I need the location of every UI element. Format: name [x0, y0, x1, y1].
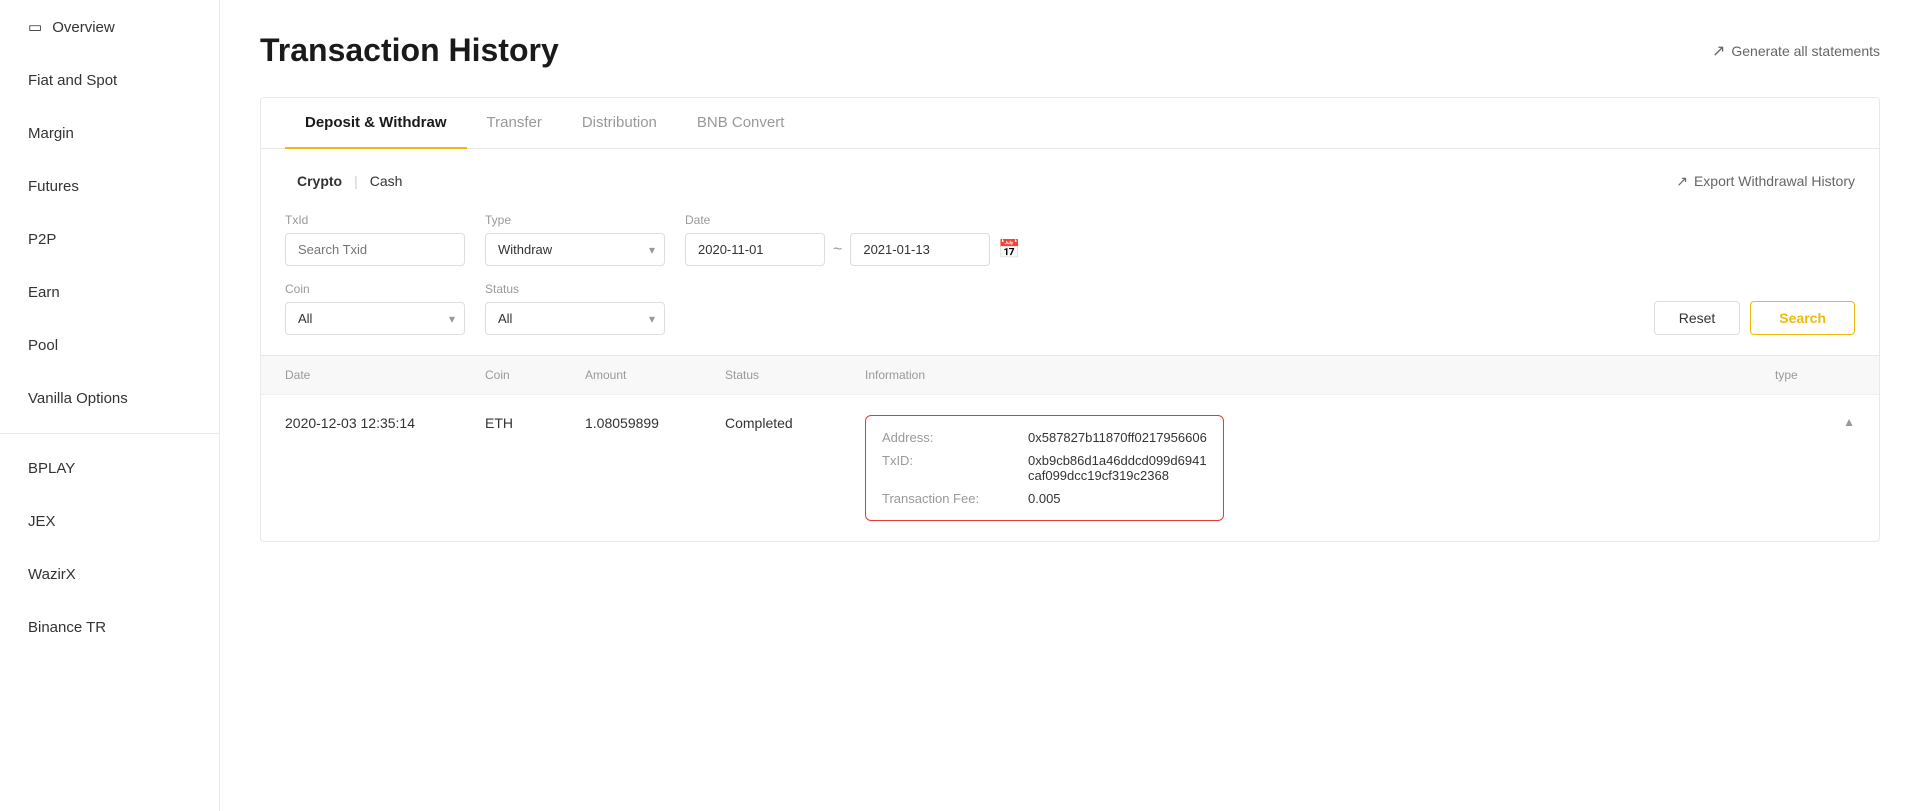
- export-label: Export Withdrawal History: [1694, 173, 1855, 189]
- sidebar-item-fiat-and-spot[interactable]: Fiat and Spot: [0, 54, 219, 107]
- date-to-input[interactable]: [850, 233, 990, 266]
- sidebar-item-label: WazirX: [28, 566, 76, 583]
- txid-info-value: 0xb9cb86d1a46ddcd099d6941 caf099dcc19cf3…: [1028, 453, 1207, 483]
- sidebar-divider: [0, 433, 219, 434]
- info-box: Address: 0x587827b11870ff0217956606 TxID…: [865, 415, 1224, 521]
- coin-select-wrapper: All: [285, 302, 465, 335]
- sidebar-item-pool[interactable]: Pool: [0, 319, 219, 372]
- date-label: Date: [685, 213, 1021, 227]
- type-filter-group: Type Withdraw Deposit All: [485, 213, 665, 266]
- sidebar-item-earn[interactable]: Earn: [0, 266, 219, 319]
- cell-coin: ETH: [485, 415, 585, 431]
- sidebar-item-label: Pool: [28, 337, 58, 354]
- external-link-icon: ↗: [1712, 41, 1725, 61]
- coin-select[interactable]: All: [285, 302, 465, 335]
- address-row: Address: 0x587827b11870ff0217956606: [882, 430, 1207, 445]
- tab-deposit-withdraw[interactable]: Deposit & Withdraw: [285, 98, 467, 149]
- col-header-coin: Coin: [485, 368, 585, 382]
- txid-label: TxId: [285, 213, 465, 227]
- date-range: ~ 📅: [685, 233, 1021, 266]
- sidebar-item-label: JEX: [28, 513, 56, 530]
- expand-button[interactable]: ▲: [1775, 415, 1855, 429]
- address-value: 0x587827b11870ff0217956606: [1028, 430, 1207, 445]
- sidebar-item-label: Binance TR: [28, 619, 106, 636]
- sidebar-item-p2p[interactable]: P2P: [0, 213, 219, 266]
- status-select-wrapper: All: [485, 302, 665, 335]
- sidebar-item-bplay[interactable]: BPLAY: [0, 442, 219, 495]
- cash-button[interactable]: Cash: [358, 169, 415, 193]
- filter-section: Crypto | Cash ↗ Export Withdrawal Histor…: [261, 149, 1879, 355]
- page-header: Transaction History ↗ Generate all state…: [260, 32, 1880, 69]
- address-label: Address:: [882, 430, 1012, 445]
- crypto-button[interactable]: Crypto: [285, 169, 354, 193]
- type-select-wrapper: Withdraw Deposit All: [485, 233, 665, 266]
- sidebar: ▭ Overview Fiat and Spot Margin Futures …: [0, 0, 220, 811]
- sidebar-item-jex[interactable]: JEX: [0, 495, 219, 548]
- table-row: 2020-12-03 12:35:14 ETH 1.08059899 Compl…: [261, 394, 1879, 541]
- crypto-cash-buttons: Crypto | Cash: [285, 169, 414, 193]
- filters-row-1: TxId Type Withdraw Deposit All Date: [285, 213, 1855, 266]
- main-tabs: Deposit & Withdraw Transfer Distribution…: [261, 98, 1879, 149]
- export-withdrawal-history-button[interactable]: ↗ Export Withdrawal History: [1676, 173, 1855, 190]
- page-title: Transaction History: [260, 32, 559, 69]
- calendar-icon[interactable]: 📅: [998, 239, 1020, 260]
- sidebar-item-binance-tr[interactable]: Binance TR: [0, 601, 219, 654]
- generate-statements-label: Generate all statements: [1731, 43, 1880, 59]
- sidebar-item-wazirx[interactable]: WazirX: [0, 548, 219, 601]
- sidebar-item-label: BPLAY: [28, 460, 75, 477]
- tab-distribution[interactable]: Distribution: [562, 98, 677, 149]
- txid-input[interactable]: [285, 233, 465, 266]
- reset-button[interactable]: Reset: [1654, 301, 1741, 335]
- tabs-container: Deposit & Withdraw Transfer Distribution…: [260, 97, 1880, 542]
- cell-date: 2020-12-03 12:35:14: [285, 415, 485, 431]
- col-header-date: Date: [285, 368, 485, 382]
- txid-row: TxID: 0xb9cb86d1a46ddcd099d6941 caf099dc…: [882, 453, 1207, 483]
- sidebar-item-label: Overview: [52, 19, 115, 36]
- sidebar-item-vanilla-options[interactable]: Vanilla Options: [0, 372, 219, 425]
- sidebar-item-margin[interactable]: Margin: [0, 107, 219, 160]
- status-select[interactable]: All: [485, 302, 665, 335]
- filter-actions: Reset Search: [1654, 301, 1855, 335]
- sidebar-item-label: Vanilla Options: [28, 390, 128, 407]
- crypto-cash-row: Crypto | Cash ↗ Export Withdrawal Histor…: [285, 169, 1855, 193]
- col-header-information: Information: [865, 368, 1775, 382]
- table-container: Date Coin Amount Status Information type…: [261, 355, 1879, 541]
- tab-bnb-convert[interactable]: BNB Convert: [677, 98, 805, 149]
- txid-filter-group: TxId: [285, 213, 465, 266]
- main-content: Transaction History ↗ Generate all state…: [220, 0, 1920, 811]
- export-icon: ↗: [1676, 173, 1688, 190]
- filters-row-2: Coin All Status All: [285, 282, 1855, 335]
- col-header-type: type: [1775, 368, 1855, 382]
- sidebar-item-label: Earn: [28, 284, 60, 301]
- status-label: Status: [485, 282, 665, 296]
- coin-filter-group: Coin All: [285, 282, 465, 335]
- overview-icon: ▭: [28, 18, 42, 36]
- sidebar-item-label: Fiat and Spot: [28, 72, 117, 89]
- table-header: Date Coin Amount Status Information type: [261, 355, 1879, 394]
- tab-transfer[interactable]: Transfer: [467, 98, 562, 149]
- search-button[interactable]: Search: [1750, 301, 1855, 335]
- fee-row: Transaction Fee: 0.005: [882, 491, 1207, 506]
- generate-statements-button[interactable]: ↗ Generate all statements: [1712, 41, 1880, 61]
- col-header-status: Status: [725, 368, 865, 382]
- cell-information: Address: 0x587827b11870ff0217956606 TxID…: [865, 415, 1775, 521]
- fee-label: Transaction Fee:: [882, 491, 1012, 506]
- date-separator: ~: [833, 241, 842, 259]
- status-filter-group: Status All: [485, 282, 665, 335]
- date-from-input[interactable]: [685, 233, 825, 266]
- sidebar-item-label: Futures: [28, 178, 79, 195]
- sidebar-item-label: Margin: [28, 125, 74, 142]
- txid-info-label: TxID:: [882, 453, 1012, 483]
- type-select[interactable]: Withdraw Deposit All: [485, 233, 665, 266]
- sidebar-item-overview[interactable]: ▭ Overview: [0, 0, 219, 54]
- date-filter-group: Date ~ 📅: [685, 213, 1021, 266]
- cell-status: Completed: [725, 415, 865, 431]
- coin-label: Coin: [285, 282, 465, 296]
- type-label: Type: [485, 213, 665, 227]
- cell-amount: 1.08059899: [585, 415, 725, 431]
- sidebar-item-futures[interactable]: Futures: [0, 160, 219, 213]
- col-header-amount: Amount: [585, 368, 725, 382]
- fee-value: 0.005: [1028, 491, 1061, 506]
- sidebar-item-label: P2P: [28, 231, 56, 248]
